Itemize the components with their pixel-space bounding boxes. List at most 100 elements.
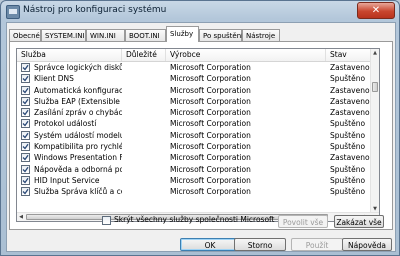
tab-startup[interactable]: Po spuštění — [199, 29, 243, 41]
dialog-body: Obecné SYSTEM.INI WIN.INI BOOT.INI Služb… — [6, 22, 396, 252]
scroll-up-icon[interactable]: ▲ — [371, 49, 379, 57]
service-checkbox[interactable] — [21, 187, 30, 197]
table-row[interactable]: Služba EAP (Extensible A... Microsoft Cor… — [17, 96, 373, 107]
service-important — [126, 186, 166, 197]
service-important — [126, 141, 166, 152]
services-list[interactable]: Služba Důležité Výrobce Stav Správce log… — [16, 48, 380, 222]
tab-system-ini[interactable]: SYSTEM.INI — [41, 29, 86, 41]
checkmark-icon — [22, 189, 29, 195]
service-status: Zastaveno — [330, 153, 370, 163]
column-header-vendor[interactable]: Výrobce — [166, 49, 326, 61]
services-rows: Správce logických disků Microsoft Corpora… — [17, 62, 373, 198]
service-vendor: Microsoft Corporation — [170, 164, 251, 174]
services-panel: Služba Důležité Výrobce Stav Správce log… — [9, 41, 393, 230]
disable-all-button[interactable]: Zakázat vše — [334, 215, 384, 228]
tab-boot-ini[interactable]: BOOT.INI — [125, 29, 166, 41]
service-name: Systém událostí modelu ... — [34, 130, 122, 140]
service-status: Spuštěno — [330, 164, 366, 174]
checkmark-icon — [22, 143, 29, 150]
service-name: Klient DNS — [34, 74, 74, 84]
table-row[interactable]: Nápověda a odborná po... Microsoft Corpor… — [17, 164, 373, 175]
service-important — [126, 62, 166, 73]
service-checkbox[interactable] — [21, 130, 30, 140]
service-checkbox[interactable] — [21, 63, 30, 72]
vertical-scrollbar[interactable]: ▲ ▼ — [370, 49, 379, 213]
service-important — [126, 130, 166, 141]
tab-general[interactable]: Obecné — [9, 29, 41, 41]
service-important — [126, 107, 166, 118]
checkmark-icon — [22, 110, 29, 116]
table-row[interactable]: Automatická konfigurace... Microsoft Corp… — [17, 85, 373, 96]
service-status: Zastaveno — [330, 96, 370, 106]
service-checkbox[interactable] — [21, 108, 30, 118]
service-checkbox[interactable] — [21, 153, 30, 163]
scroll-left-icon[interactable]: ◀ — [17, 213, 25, 221]
service-status: Spuštěno — [330, 130, 366, 140]
enable-all-button[interactable]: Povolit vše — [278, 215, 328, 228]
service-checkbox[interactable] — [21, 119, 30, 129]
service-vendor: Microsoft Corporation — [170, 63, 251, 72]
hide-microsoft-services[interactable]: Skrýt všechny služby společnosti Microso… — [102, 215, 275, 225]
service-checkbox[interactable] — [21, 74, 30, 84]
table-row[interactable]: Služba Správa klíčů a cer... Microsoft Co… — [17, 186, 373, 197]
service-name: Zasílání zpráv o chybách — [34, 108, 122, 118]
service-vendor: Microsoft Corporation — [170, 187, 251, 197]
checkmark-icon — [22, 155, 29, 161]
hide-microsoft-checkbox[interactable] — [102, 215, 111, 225]
service-name: Windows Presentation F... — [34, 153, 122, 163]
table-row[interactable]: Systém událostí modelu ... Microsoft Corp… — [17, 130, 373, 141]
title-bar[interactable]: Nástroj pro konfiguraci systému ✕ — [1, 1, 399, 21]
service-important — [126, 85, 166, 96]
checkmark-icon — [22, 132, 29, 139]
table-row[interactable]: Windows Presentation F... Microsoft Corpo… — [17, 152, 373, 163]
service-important — [126, 73, 166, 84]
column-header-important[interactable]: Důležité — [122, 49, 166, 61]
hide-microsoft-label: Skrýt všechny služby společnosti Microso… — [114, 215, 275, 224]
column-header-service[interactable]: Služba — [17, 49, 122, 61]
table-row[interactable]: Zasílání zpráv o chybách Microsoft Corpor… — [17, 107, 373, 118]
close-button[interactable]: ✕ — [357, 2, 395, 19]
checkmark-icon — [22, 64, 29, 71]
service-vendor: Microsoft Corporation — [170, 153, 251, 163]
table-row[interactable]: Protokol událostí Microsoft Corporation Sp… — [17, 118, 373, 129]
service-checkbox[interactable] — [21, 175, 30, 185]
vertical-scroll-thumb[interactable] — [372, 82, 378, 92]
service-checkbox[interactable] — [21, 96, 30, 106]
service-status: Zastaveno — [330, 108, 370, 118]
service-status: Zastaveno — [330, 85, 370, 95]
service-name: Kompatibilita pro rychlé ... — [34, 142, 122, 152]
service-checkbox[interactable] — [21, 164, 30, 174]
service-name: Správce logických disků — [34, 63, 122, 72]
tab-win-ini[interactable]: WIN.INI — [86, 29, 125, 41]
service-name: HID Input Service — [34, 175, 100, 185]
list-header: Služba Důležité Výrobce Stav — [17, 49, 373, 62]
tab-tools[interactable]: Nástroje — [242, 29, 280, 41]
checkmark-icon — [22, 87, 29, 94]
apply-button[interactable]: Použít — [291, 238, 343, 251]
help-button[interactable]: Nápověda — [342, 238, 392, 251]
service-name: Nápověda a odborná po... — [34, 164, 122, 174]
service-checkbox[interactable] — [21, 142, 30, 152]
service-important — [126, 164, 166, 175]
table-row[interactable]: Správce logických disků Microsoft Corpora… — [17, 62, 373, 73]
service-name: Služba EAP (Extensible A... — [34, 96, 122, 106]
table-row[interactable]: HID Input Service Microsoft Corporation Sp… — [17, 175, 373, 186]
window-title: Nástroj pro konfiguraci systému — [23, 5, 167, 15]
service-checkbox[interactable] — [21, 85, 30, 95]
service-vendor: Microsoft Corporation — [170, 108, 251, 118]
checkmark-icon — [22, 98, 29, 105]
table-row[interactable]: Klient DNS Microsoft Corporation Spuštěno — [17, 73, 373, 84]
tab-services[interactable]: Služby — [166, 26, 199, 42]
checkmark-icon — [22, 166, 29, 173]
service-name: Automatická konfigurace... — [34, 85, 122, 95]
service-status: Spuštěno — [330, 142, 366, 152]
service-status: Spuštěno — [330, 175, 366, 185]
service-vendor: Microsoft Corporation — [170, 142, 251, 152]
service-vendor: Microsoft Corporation — [170, 96, 251, 106]
service-status: Zastaveno — [330, 63, 370, 72]
service-status: Spuštěno — [330, 119, 366, 129]
table-row[interactable]: Kompatibilita pro rychlé ... Microsoft Co… — [17, 141, 373, 152]
column-header-status[interactable]: Stav — [326, 49, 373, 61]
cancel-button[interactable]: Storno — [234, 238, 286, 251]
ok-button[interactable]: OK — [180, 238, 240, 251]
